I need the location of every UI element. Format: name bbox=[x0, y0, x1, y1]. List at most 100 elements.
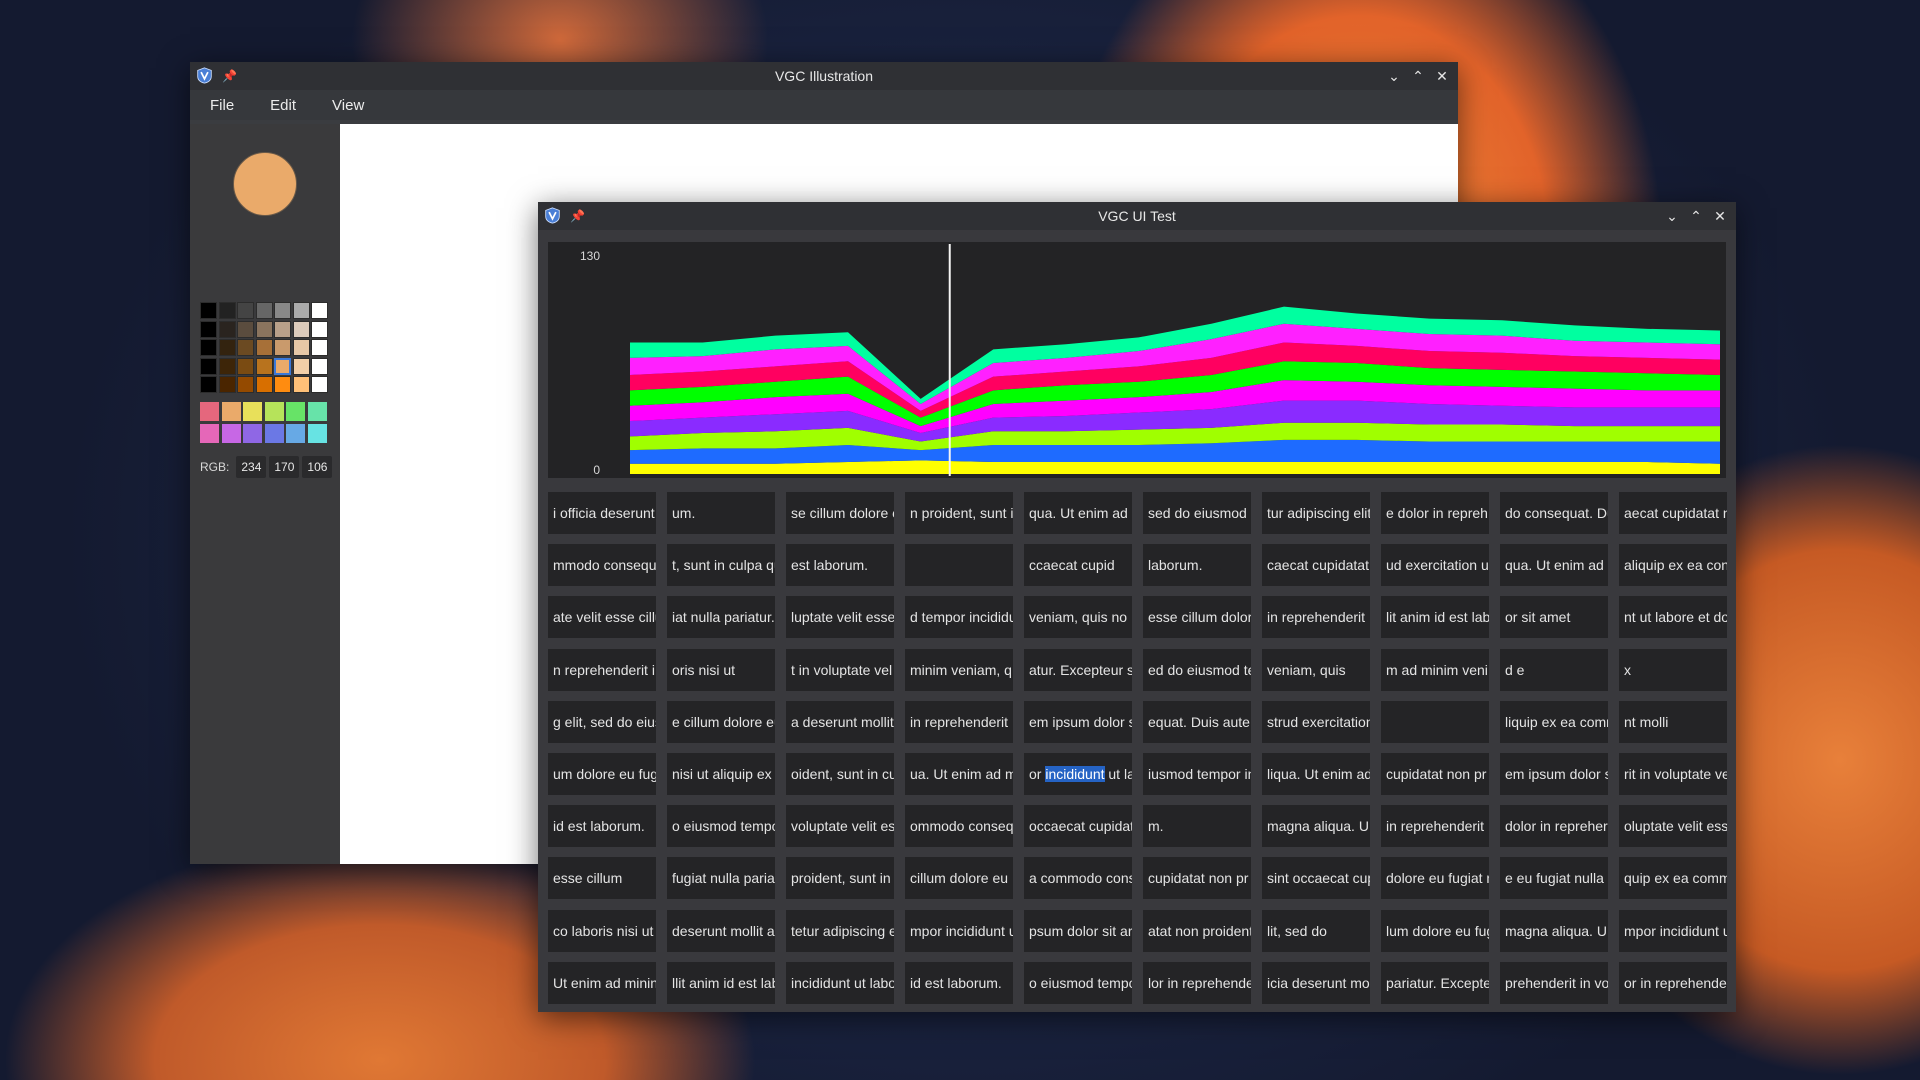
shade-cell[interactable] bbox=[237, 302, 254, 319]
text-cell[interactable]: n reprehenderit i bbox=[548, 648, 656, 691]
text-cell[interactable]: em ipsum dolor s bbox=[1500, 753, 1608, 795]
shade-cell[interactable] bbox=[255, 302, 273, 319]
text-cell[interactable]: lor in reprehende bbox=[1143, 961, 1251, 1004]
text-cell[interactable]: fugiat nulla paria bbox=[667, 857, 775, 900]
text-cell[interactable]: t, sunt in culpa qu bbox=[667, 544, 775, 587]
text-cell[interactable]: iusmod tempor in bbox=[1143, 753, 1251, 795]
text-cell[interactable]: ed do eiusmod te bbox=[1143, 648, 1251, 691]
shade-cell[interactable] bbox=[292, 339, 310, 356]
shade-cell[interactable] bbox=[255, 339, 273, 356]
text-cell[interactable]: cupidatat non pr bbox=[1381, 753, 1489, 795]
shade-cell[interactable] bbox=[200, 320, 217, 338]
shade-cell[interactable] bbox=[274, 320, 291, 338]
text-cell[interactable]: oident, sunt in cu bbox=[786, 753, 894, 795]
text-cell[interactable]: g elit, sed do eius bbox=[548, 700, 656, 743]
minimize-button[interactable]: ⌄ bbox=[1660, 202, 1684, 230]
shade-cell[interactable] bbox=[292, 357, 310, 375]
text-cell[interactable]: minim veniam, q bbox=[905, 648, 1013, 691]
text-cell[interactable]: ua. Ut enim ad m bbox=[905, 753, 1013, 795]
shade-cell[interactable] bbox=[255, 357, 273, 375]
text-cell[interactable]: tur adipiscing elit bbox=[1262, 492, 1370, 534]
text-cell[interactable]: cillum dolore eu bbox=[905, 857, 1013, 900]
text-cell[interactable]: liqua. Ut enim ad bbox=[1262, 753, 1370, 795]
shade-cell[interactable] bbox=[218, 376, 236, 393]
shade-cell[interactable] bbox=[311, 302, 328, 319]
text-cell[interactable]: aliquip ex ea con bbox=[1619, 544, 1727, 587]
text-cell[interactable]: e cillum dolore eu bbox=[667, 700, 775, 743]
text-cell-editing[interactable]: or incididunt ut la bbox=[1024, 753, 1132, 795]
text-cell[interactable]: equat. Duis aute i bbox=[1143, 700, 1251, 743]
text-cell[interactable]: t in voluptate vel bbox=[786, 648, 894, 691]
text-cell[interactable]: mpor incididunt u bbox=[905, 909, 1013, 952]
text-cell[interactable]: a deserunt mollit bbox=[786, 700, 894, 743]
text-cell[interactable]: psum dolor sit ar bbox=[1024, 909, 1132, 952]
swatch-cell[interactable] bbox=[243, 423, 262, 443]
close-button[interactable]: ✕ bbox=[1708, 202, 1732, 230]
shade-cell[interactable] bbox=[274, 357, 291, 375]
text-cell[interactable]: m ad minim veni bbox=[1381, 648, 1489, 691]
close-button[interactable]: ✕ bbox=[1430, 62, 1454, 90]
text-cell[interactable]: in reprehenderit bbox=[1262, 596, 1370, 639]
text-cell[interactable]: esse cillum dolor bbox=[1143, 596, 1251, 639]
text-cell[interactable]: um dolore eu fug bbox=[548, 753, 656, 795]
text-cell[interactable]: d e bbox=[1500, 648, 1608, 691]
text-cell[interactable]: rit in voluptate ve bbox=[1619, 753, 1727, 795]
shade-cell[interactable] bbox=[274, 376, 291, 393]
text-cell[interactable]: i officia deserunt bbox=[548, 492, 656, 534]
text-cell[interactable]: se cillum dolore e bbox=[786, 492, 894, 534]
shade-cell[interactable] bbox=[311, 357, 328, 375]
text-cell[interactable]: co laboris nisi ut bbox=[548, 909, 656, 952]
swatch-cell[interactable] bbox=[307, 423, 327, 443]
text-cell[interactable]: mmodo consequ bbox=[548, 544, 656, 587]
text-cell[interactable]: atat non proident bbox=[1143, 909, 1251, 952]
text-cell[interactable]: qua. Ut enim ad n bbox=[1024, 492, 1132, 534]
swatch-cell[interactable] bbox=[286, 423, 305, 443]
shade-cell[interactable] bbox=[218, 339, 236, 356]
shade-cell[interactable] bbox=[255, 376, 273, 393]
text-cell[interactable]: quip ex ea comm bbox=[1619, 857, 1727, 900]
swatch-cell[interactable] bbox=[243, 402, 262, 421]
text-cell[interactable]: m. bbox=[1143, 805, 1251, 848]
shade-cell[interactable] bbox=[292, 376, 310, 393]
text-cell[interactable]: um. bbox=[667, 492, 775, 534]
text-cell[interactable]: occaecat cupidat bbox=[1024, 805, 1132, 848]
maximize-button[interactable]: ⌃ bbox=[1684, 202, 1708, 230]
shade-cell[interactable] bbox=[218, 357, 236, 375]
shade-cell[interactable] bbox=[200, 302, 217, 319]
rgb-b-field[interactable]: 106 bbox=[302, 456, 333, 478]
text-cell[interactable]: veniam, quis no bbox=[1024, 596, 1132, 639]
text-cell[interactable]: in reprehenderit bbox=[905, 700, 1013, 743]
shade-cell[interactable] bbox=[218, 302, 236, 319]
text-cell[interactable]: e eu fugiat nulla p bbox=[1500, 857, 1608, 900]
text-cell[interactable]: em ipsum dolor s bbox=[1024, 700, 1132, 743]
menu-view[interactable]: View bbox=[332, 97, 364, 114]
swatch-cell[interactable] bbox=[200, 402, 219, 421]
text-cell[interactable] bbox=[1381, 700, 1489, 743]
text-cell[interactable]: ommodo conseq bbox=[905, 805, 1013, 848]
shade-cell[interactable] bbox=[200, 357, 217, 375]
shade-cell[interactable] bbox=[200, 376, 217, 393]
text-cell[interactable]: incididunt ut labo bbox=[786, 961, 894, 1004]
text-cell[interactable]: o eiusmod tempo bbox=[1024, 961, 1132, 1004]
text-cell[interactable]: aecat cupidatat n bbox=[1619, 492, 1727, 534]
swatch-cell[interactable] bbox=[264, 423, 284, 443]
text-cell[interactable]: e dolor in repreh bbox=[1381, 492, 1489, 534]
swatch-cell[interactable] bbox=[221, 402, 241, 421]
swatch-cell[interactable] bbox=[221, 423, 241, 443]
text-cell[interactable]: esse cillum bbox=[548, 857, 656, 900]
text-cell[interactable]: lit anim id est lab bbox=[1381, 596, 1489, 639]
text-cell[interactable]: icia deserunt mol bbox=[1262, 961, 1370, 1004]
shade-cell[interactable] bbox=[311, 339, 328, 356]
text-cell[interactable]: id est laborum. bbox=[548, 805, 656, 848]
text-cell[interactable]: sint occaecat cup bbox=[1262, 857, 1370, 900]
shade-cell[interactable] bbox=[237, 339, 254, 356]
text-cell[interactable]: liquip ex ea comr bbox=[1500, 700, 1608, 743]
text-cell[interactable]: iat nulla pariatur. bbox=[667, 596, 775, 639]
text-cell[interactable]: ccaecat cupid bbox=[1024, 544, 1132, 587]
text-cell[interactable]: cupidatat non pr bbox=[1143, 857, 1251, 900]
current-color-swatch[interactable] bbox=[233, 152, 297, 216]
text-cell[interactable]: do consequat. Du bbox=[1500, 492, 1608, 534]
text-cell[interactable]: deserunt mollit a bbox=[667, 909, 775, 952]
swatch-cell[interactable] bbox=[200, 423, 219, 443]
shade-cell[interactable] bbox=[274, 302, 291, 319]
